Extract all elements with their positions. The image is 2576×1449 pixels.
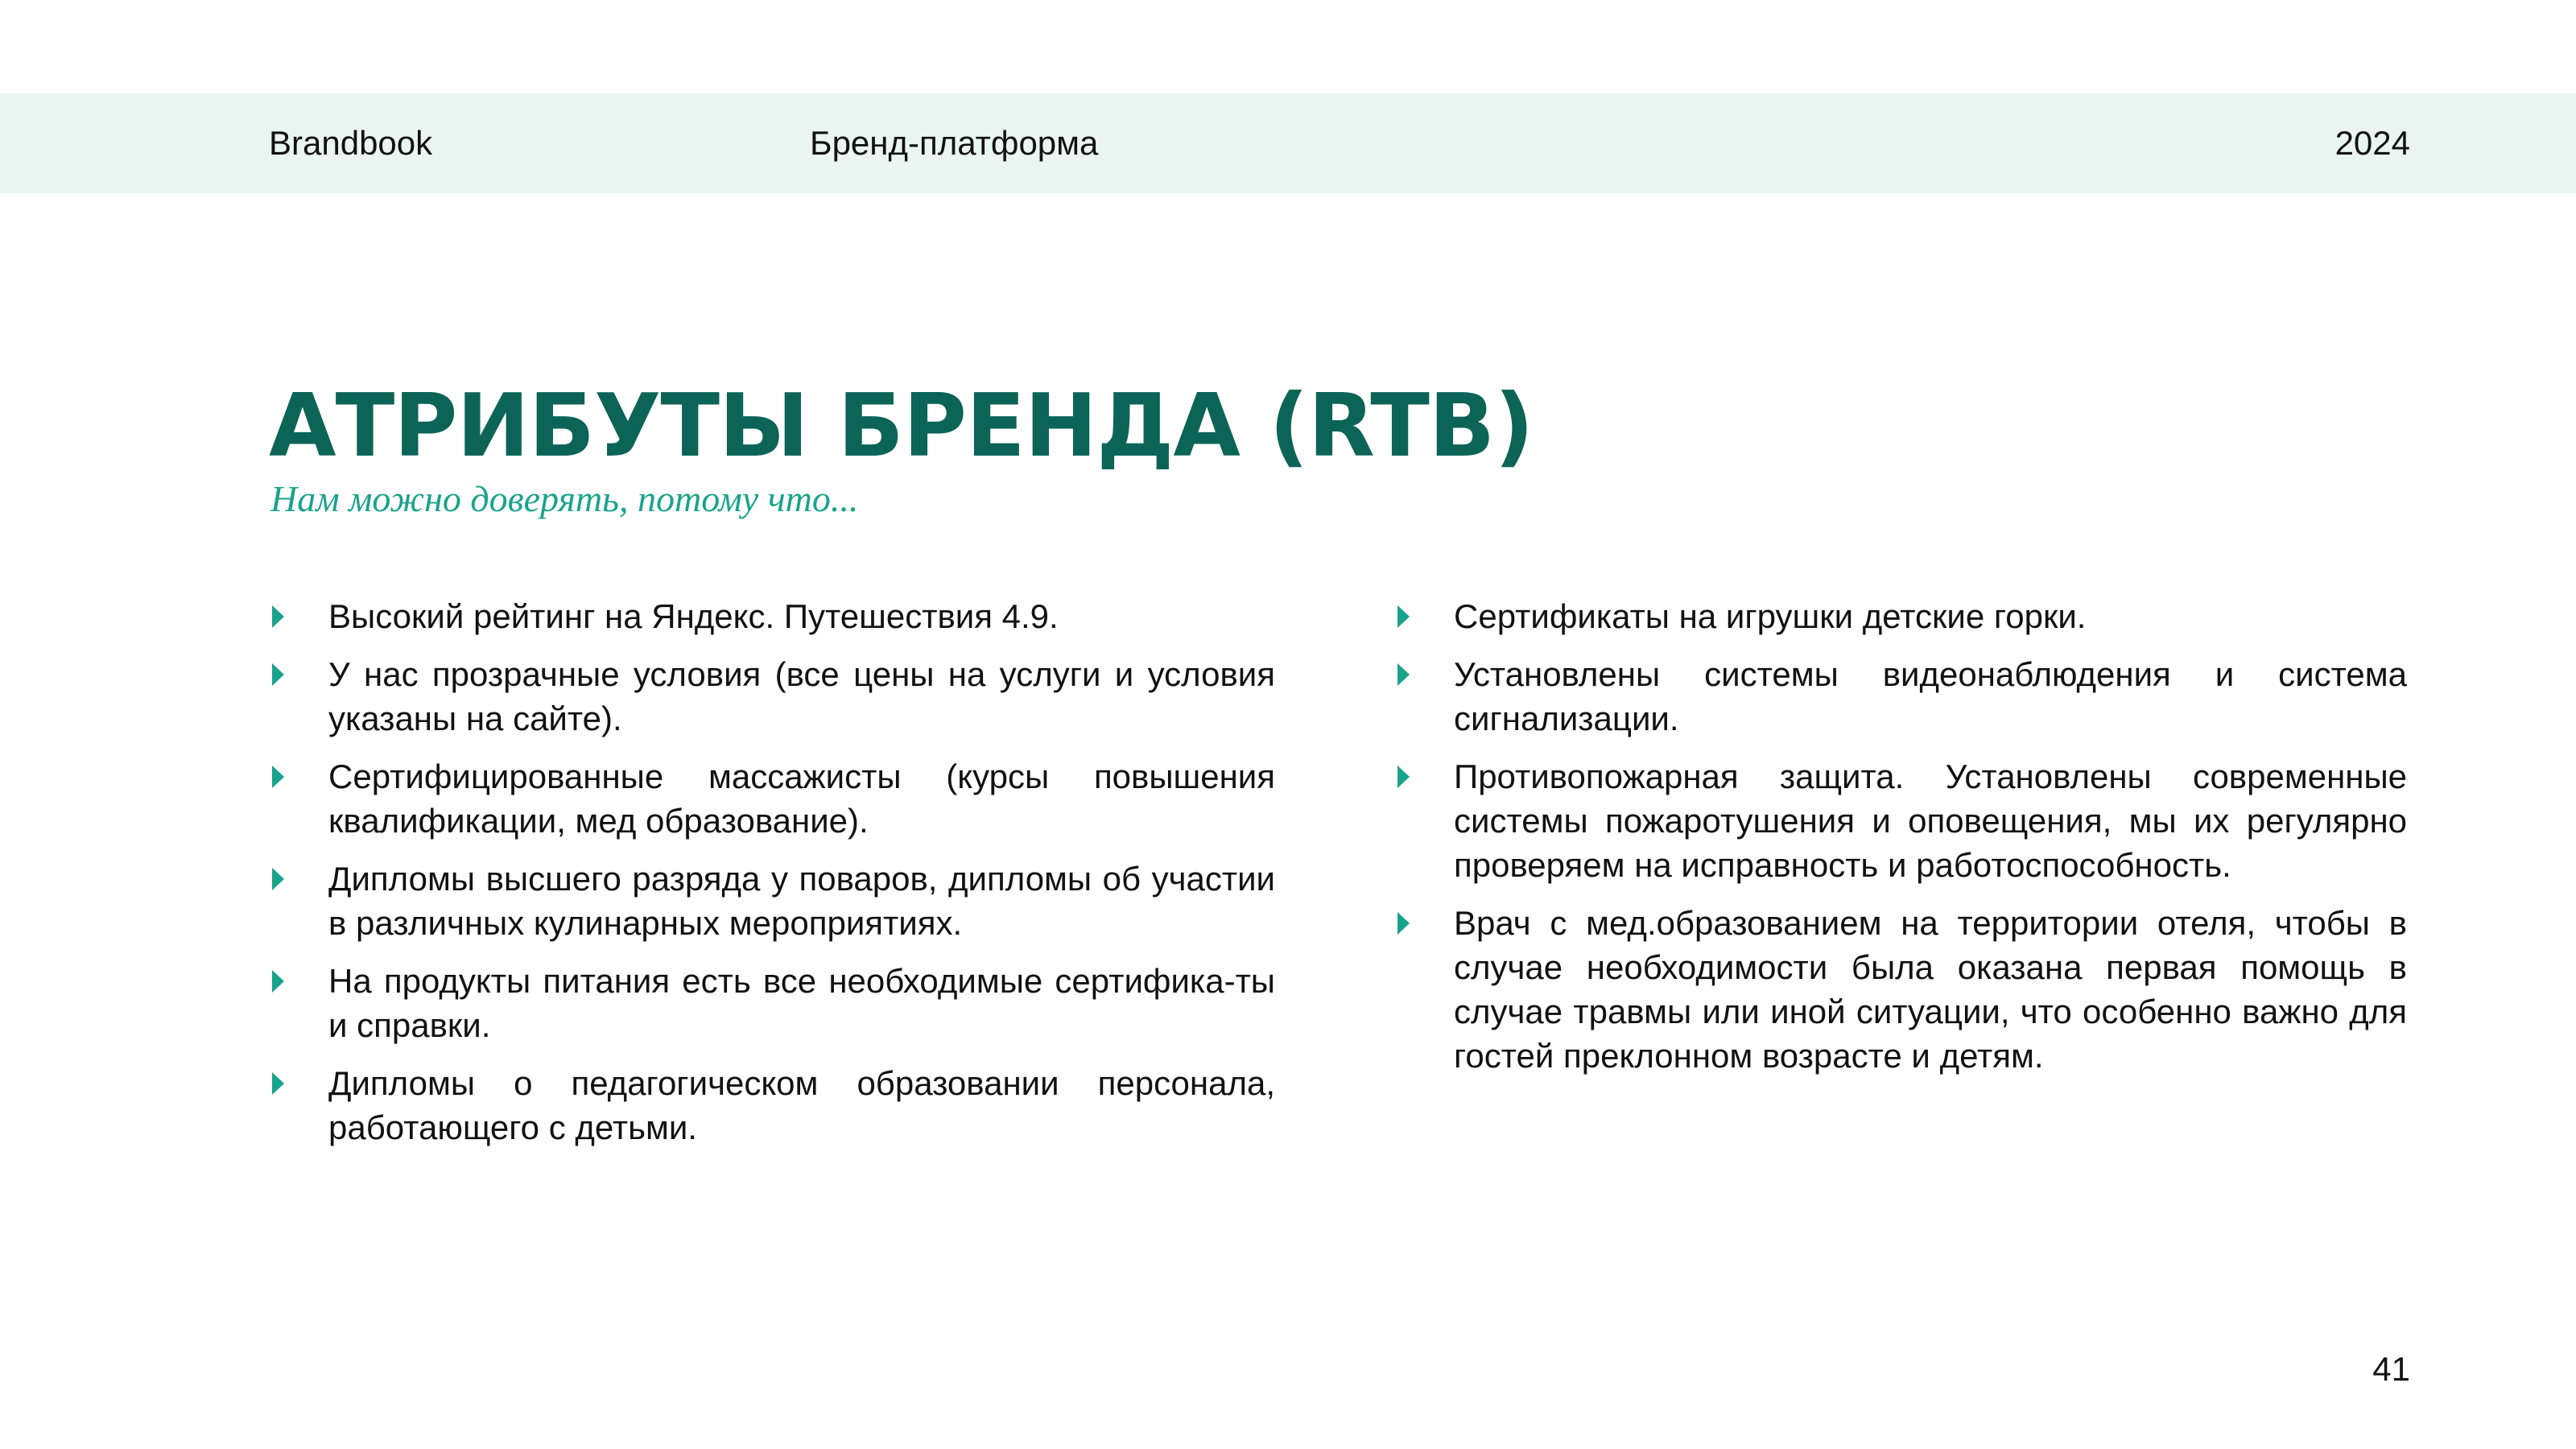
triangle-bullet-icon xyxy=(1397,912,1410,935)
header-year: 2024 xyxy=(2334,124,2410,162)
list-item-text: Врач с мед.образованием на территории от… xyxy=(1454,904,2407,1075)
list-item: У нас прозрачные условия (все цены на ус… xyxy=(269,652,1275,741)
triangle-bullet-icon xyxy=(272,766,284,788)
list-item-text: Дипломы высшего разряда у поваров, дипло… xyxy=(328,860,1275,942)
triangle-bullet-icon xyxy=(272,605,284,628)
list-item: Высокий рейтинг на Яндекс. Путешествия 4… xyxy=(269,594,1275,638)
list-item: Врач с мед.образованием на территории от… xyxy=(1394,901,2407,1078)
attributes-list-left: Высокий рейтинг на Яндекс. Путешествия 4… xyxy=(269,594,1275,1163)
list-item-text: У нас прозрачные условия (все цены на ус… xyxy=(328,655,1275,737)
page-number: 41 xyxy=(2372,1350,2410,1388)
header-band: Brandbook Бренд-платформа 2024 xyxy=(0,93,2576,193)
list-item: Противопожарная защита. Установлены совр… xyxy=(1394,754,2407,887)
triangle-bullet-icon xyxy=(1397,766,1410,788)
list-item: Сертификаты на игрушки детские горки. xyxy=(1394,594,2407,638)
list-item-text: Противопожарная защита. Установлены совр… xyxy=(1454,758,2407,884)
triangle-bullet-icon xyxy=(1397,605,1410,628)
list-item-text: На продукты питания есть все необходимые… xyxy=(328,962,1275,1044)
list-item: На продукты питания есть все необходимые… xyxy=(269,959,1275,1047)
header-brandbook: Brandbook xyxy=(269,124,433,162)
header-section-title: Бренд-платформа xyxy=(810,124,1099,162)
list-item-text: Сертификаты на игрушки детские горки. xyxy=(1454,597,2087,635)
list-item-text: Сертифицированные массажисты (курсы повы… xyxy=(328,758,1275,840)
triangle-bullet-icon xyxy=(272,868,284,890)
list-item: Дипломы о педагогическом образовании пер… xyxy=(269,1061,1275,1150)
triangle-bullet-icon xyxy=(272,970,284,993)
list-item-text: Высокий рейтинг на Яндекс. Путешествия 4… xyxy=(328,597,1059,635)
list-item-text: Установлены системы видеонаблюдения и си… xyxy=(1454,655,2407,737)
triangle-bullet-icon xyxy=(272,1072,284,1095)
list-item-text: Дипломы о педагогическом образовании пер… xyxy=(328,1064,1275,1146)
list-item: Дипломы высшего разряда у поваров, дипло… xyxy=(269,857,1275,945)
page-subtitle: Нам можно доверять, потому что... xyxy=(270,478,859,519)
list-item: Сертифицированные массажисты (курсы повы… xyxy=(269,754,1275,843)
list-item: Установлены системы видеонаблюдения и си… xyxy=(1394,652,2407,741)
page-title: АТРИБУТЫ БРЕНДА (RTB) xyxy=(269,376,1534,477)
attributes-list-right: Сертификаты на игрушки детские горки. Ус… xyxy=(1394,594,2407,1092)
triangle-bullet-icon xyxy=(1397,663,1410,686)
triangle-bullet-icon xyxy=(272,663,284,686)
